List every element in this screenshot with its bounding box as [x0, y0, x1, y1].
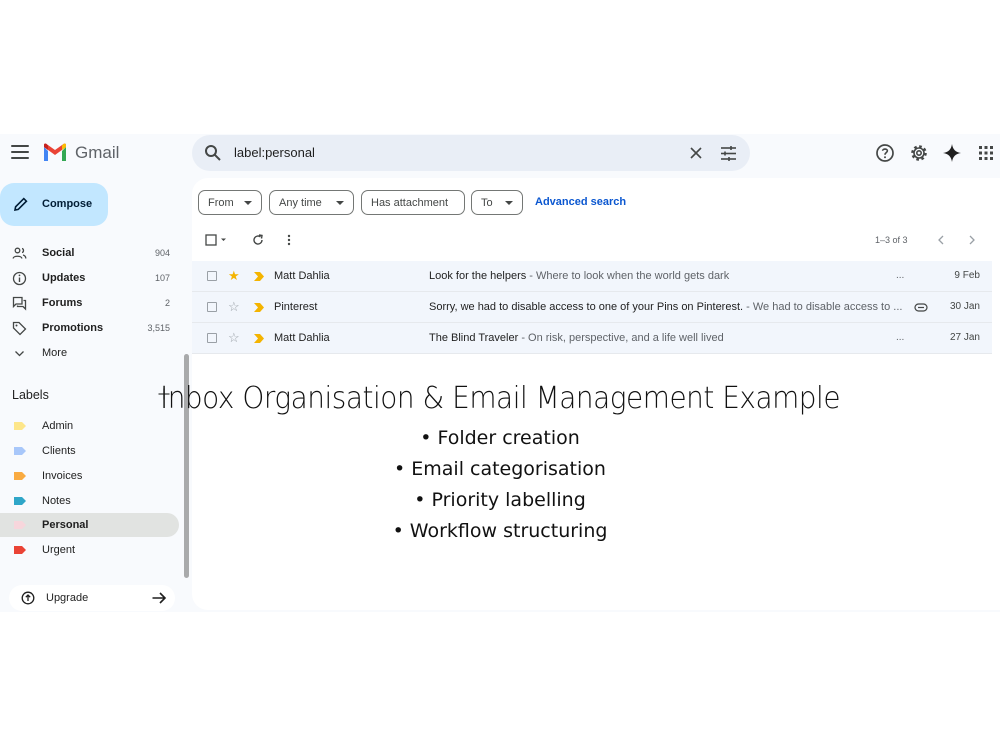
important-marker-icon[interactable] — [254, 303, 264, 312]
nav-item-updates[interactable]: Updates 107 — [0, 266, 180, 291]
tag-icon — [12, 321, 27, 336]
upgrade-button[interactable]: Upgrade — [9, 585, 175, 611]
chip-label: Any time — [279, 197, 322, 209]
more-vert-icon[interactable] — [286, 234, 292, 246]
chevron-down-icon — [15, 351, 24, 357]
email-subject: Sorry, we had to disable access to one o… — [429, 301, 744, 313]
nav-item-forums[interactable]: Forums 2 — [0, 291, 180, 316]
chip-label: Has attachment — [371, 197, 449, 209]
arrow-right-icon — [152, 592, 167, 604]
nav-item-social[interactable]: Social 904 — [0, 241, 180, 266]
nav-count: 2 — [164, 298, 170, 308]
menu-icon[interactable] — [11, 145, 29, 159]
email-preview: Look for the helpers - Where to look whe… — [429, 270, 907, 282]
settings-icon[interactable] — [909, 143, 929, 163]
info-icon — [12, 271, 27, 286]
email-snippet: - Where to look when the world gets dark — [526, 270, 730, 282]
advanced-search-link[interactable]: Advanced search — [535, 196, 626, 208]
email-date: 30 Jan — [949, 301, 980, 312]
label-name: Urgent — [42, 544, 76, 556]
nav-item-more[interactable]: More — [0, 341, 180, 366]
chip-label: To — [481, 197, 493, 209]
important-marker-icon[interactable] — [254, 334, 264, 343]
chip-label: From — [208, 197, 234, 209]
attachment-icon[interactable] — [914, 303, 928, 312]
email-sender: Pinterest — [274, 301, 318, 313]
row-checkbox[interactable] — [207, 333, 217, 343]
caret-down-icon — [336, 201, 344, 205]
pagination-text: 1–3 of 3 — [875, 235, 908, 245]
nav-label: More — [42, 347, 68, 359]
nav-label: Promotions — [42, 322, 104, 334]
compose-button[interactable]: Compose — [0, 183, 108, 226]
label-tag-icon — [14, 546, 26, 554]
email-sender: Matt Dahlia — [274, 332, 330, 344]
important-marker-icon[interactable] — [254, 272, 264, 281]
caret-down-icon — [505, 201, 513, 205]
caption-bullet: • Email categorisation — [394, 458, 606, 480]
compose-label: Compose — [42, 198, 93, 210]
email-preview: The Blind Traveler - On risk, perspectiv… — [429, 332, 907, 344]
email-snippet: - We had to disable access to ... — [743, 301, 903, 313]
email-row[interactable]: ★ Matt Dahlia Look for the helpers - Where… — [192, 261, 992, 292]
star-icon[interactable]: ☆ — [228, 331, 240, 344]
forum-icon — [12, 296, 27, 311]
row-checkbox[interactable] — [207, 302, 217, 312]
nav-label: Updates — [42, 272, 86, 284]
email-date: 27 Jan — [949, 332, 980, 343]
caret-down-icon — [244, 201, 252, 205]
email-row[interactable]: ☆ Matt Dahlia The Blind Traveler - On risk… — [192, 323, 992, 354]
email-snippet: - On risk, perspective, and a life well … — [518, 332, 724, 344]
pencil-icon — [13, 197, 28, 212]
nav-item-promotions[interactable]: Promotions 3,515 — [0, 316, 180, 341]
email-sender: Matt Dahlia — [274, 270, 330, 282]
more-dots-icon[interactable]: ... — [896, 332, 904, 343]
email-date: 9 Feb — [954, 270, 980, 281]
select-all-checkbox[interactable] — [205, 234, 229, 246]
email-subject: The Blind Traveler — [429, 332, 519, 344]
upgrade-label: Upgrade — [46, 592, 89, 604]
search-bar[interactable]: label:personal — [192, 135, 750, 171]
chevron-left-icon[interactable] — [937, 234, 945, 246]
help-icon[interactable] — [875, 143, 895, 163]
filter-chip-any-time[interactable]: Any time — [269, 190, 354, 215]
star-icon[interactable]: ☆ — [228, 300, 240, 313]
nav-label: Forums — [42, 297, 83, 309]
app-name: Gmail — [75, 143, 120, 162]
caption-title: Inbox Organisation & Email Management Ex… — [159, 381, 841, 416]
email-row[interactable]: ☆ Pinterest Sorry, we had to disable acces… — [192, 292, 992, 323]
email-preview: Sorry, we had to disable access to one o… — [429, 301, 907, 313]
caption-bullet: • Folder creation — [420, 427, 580, 449]
filter-chip-from[interactable]: From — [198, 190, 262, 215]
people-icon — [12, 247, 27, 259]
caption-bullet: • Priority labelling — [414, 489, 586, 511]
nav-count: 107 — [154, 273, 170, 283]
gmail-logo[interactable] — [42, 143, 68, 163]
nav-count: 3,515 — [147, 323, 170, 333]
email-subject: Look for the helpers — [429, 270, 527, 282]
nav-count: 904 — [154, 248, 170, 258]
tune-icon[interactable] — [720, 145, 737, 162]
upgrade-icon — [21, 591, 35, 605]
nav-label: Social — [42, 247, 75, 259]
clear-icon[interactable] — [688, 145, 704, 161]
gemini-icon[interactable] — [942, 143, 962, 163]
apps-icon[interactable] — [976, 143, 996, 163]
chevron-right-icon[interactable] — [968, 234, 976, 246]
more-dots-icon[interactable]: ... — [896, 270, 904, 281]
refresh-icon[interactable] — [252, 234, 264, 246]
row-checkbox[interactable] — [207, 271, 217, 281]
star-icon[interactable]: ★ — [228, 269, 240, 282]
filter-chip-to[interactable]: To — [471, 190, 523, 215]
search-input[interactable]: label:personal — [234, 145, 315, 160]
search-icon[interactable] — [204, 144, 222, 162]
caption-bullet: • Workflow structuring — [392, 520, 608, 542]
filter-chip-has-attachment[interactable]: Has attachment — [361, 190, 465, 215]
